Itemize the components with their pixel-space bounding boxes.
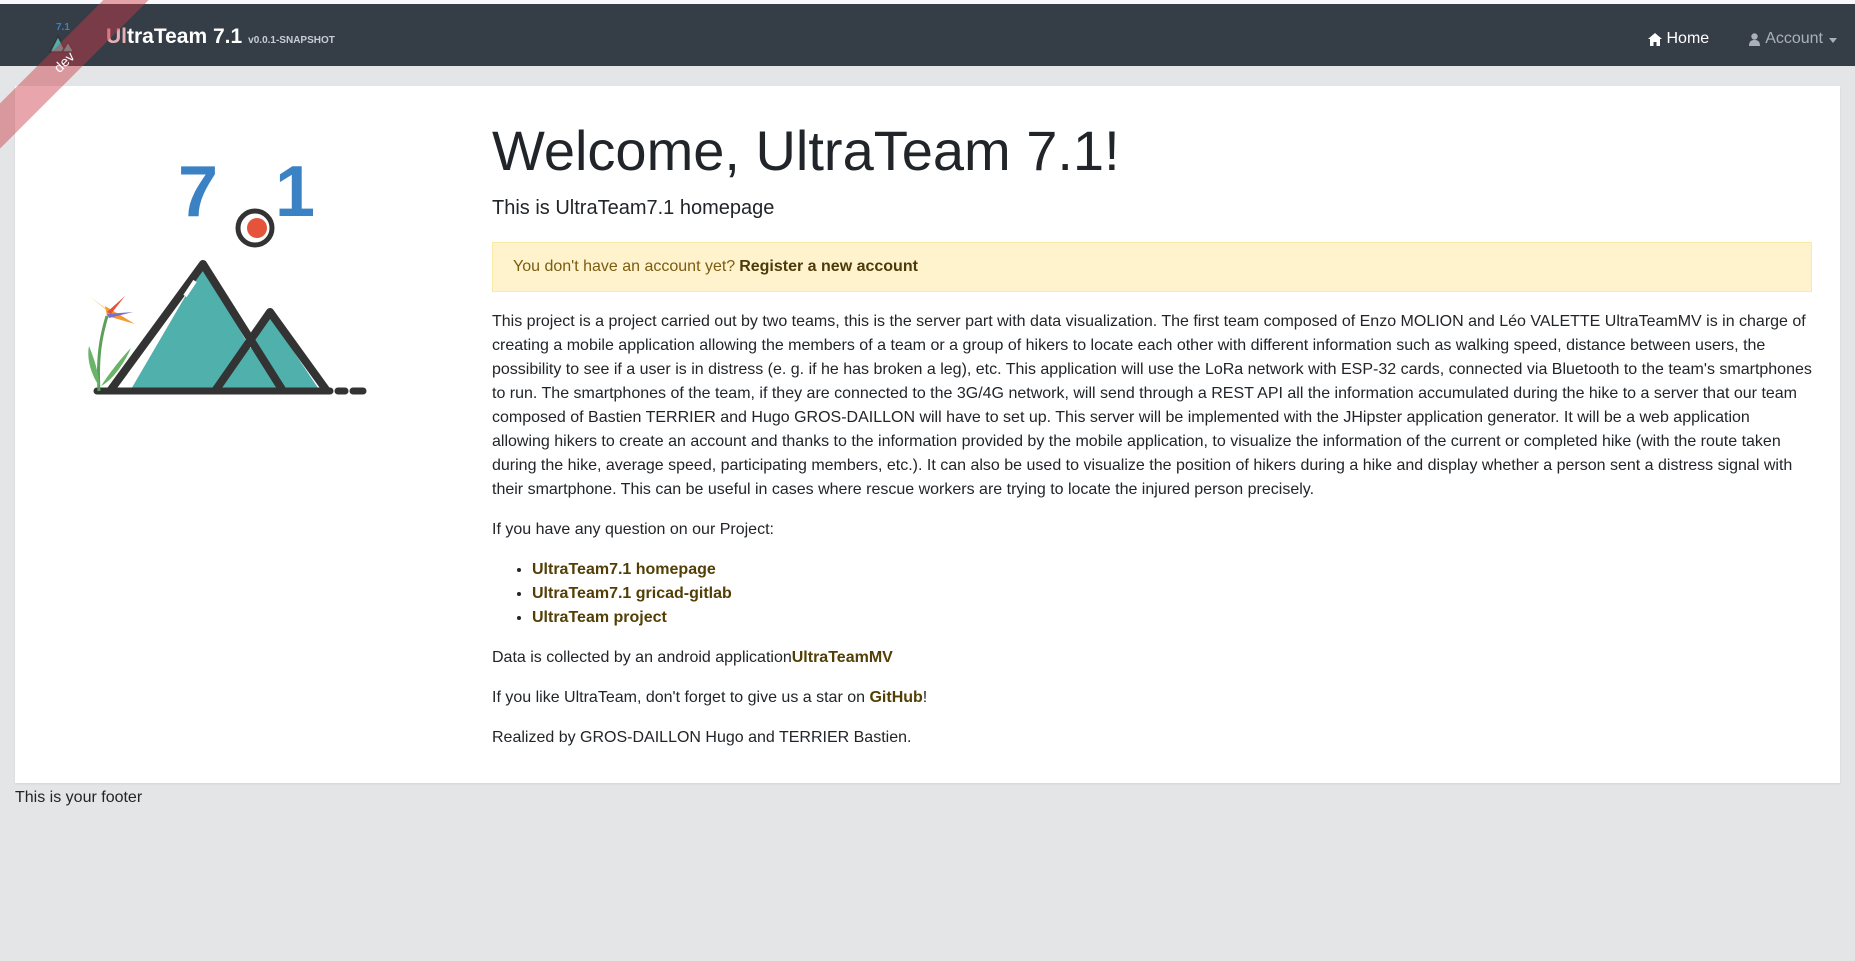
svg-text:7.1: 7.1 [56,22,70,33]
project-link[interactable]: UltraTeam project [532,609,667,626]
logo-digit-left: 7 [178,152,218,232]
top-navbar: 7.1 UltraTeam 7.1 v0.0.1-SNAPSHOT Home A… [0,4,1855,66]
main-content: Welcome, UltraTeam 7.1! This is UltraTea… [492,116,1812,750]
version-label: v0.0.1-SNAPSHOT [248,34,335,46]
chevron-down-icon [1829,37,1837,43]
alert-text: You don't have an account yet? [513,258,736,275]
data-source-text: Data is collected by an android applicat… [492,649,792,666]
page-subtitle: This is UltraTeam7.1 homepage [492,197,775,219]
project-links-list: UltraTeam7.1 homepage UltraTeam7.1 grica… [492,558,1812,630]
ultrateam-logo-icon: 7 1 [88,152,367,395]
home-label: Home [1666,30,1710,47]
list-item: UltraTeam7.1 gricad-gitlab [532,582,1812,606]
brand-logo-icon: 7.1 [48,22,76,53]
register-link[interactable]: Register a new account [739,258,918,276]
brand[interactable]: 7.1 UltraTeam 7.1 v0.0.1-SNAPSHOT [46,20,335,54]
main-card: 7 1 Welcome, UltraTeam 7.1! This is Ultr… [15,86,1840,783]
page-footer: This is your footer [15,789,143,806]
ultrateammv-link[interactable]: UltraTeamMV [792,649,893,666]
logo-digit-right: 1 [275,152,315,232]
star-end: ! [922,689,928,706]
home-icon [1647,32,1662,46]
authors-line: Realized by GROS-DAILLON Hugo and TERRIE… [492,729,912,746]
register-alert: You don't have an account yet? Register … [492,242,1812,292]
account-label: Account [1765,30,1823,47]
nav-home-link[interactable]: Home [1647,30,1710,48]
github-star-line: If you like UltraTeam, don't forget to g… [492,686,1812,710]
project-description: This project is a project carried out by… [492,313,1812,498]
nav-account-dropdown[interactable]: Account [1749,30,1837,48]
github-link[interactable]: GitHub [869,689,922,706]
nav-menu: Home Account [1608,8,1837,70]
list-item: UltraTeam7.1 homepage [532,558,1812,582]
list-item: UltraTeam project [532,606,1812,630]
user-icon [1749,32,1761,46]
data-source-line: Data is collected by an android applicat… [492,646,1812,670]
brand-title: UltraTeam 7.1 [106,25,243,48]
question-text: If you have any question on our Project: [492,521,774,538]
star-text: If you like UltraTeam, don't forget to g… [492,689,870,706]
homepage-link[interactable]: UltraTeam7.1 homepage [532,561,716,578]
page-title: Welcome, UltraTeam 7.1! [492,119,1120,182]
gitlab-link[interactable]: UltraTeam7.1 gricad-gitlab [532,585,732,602]
